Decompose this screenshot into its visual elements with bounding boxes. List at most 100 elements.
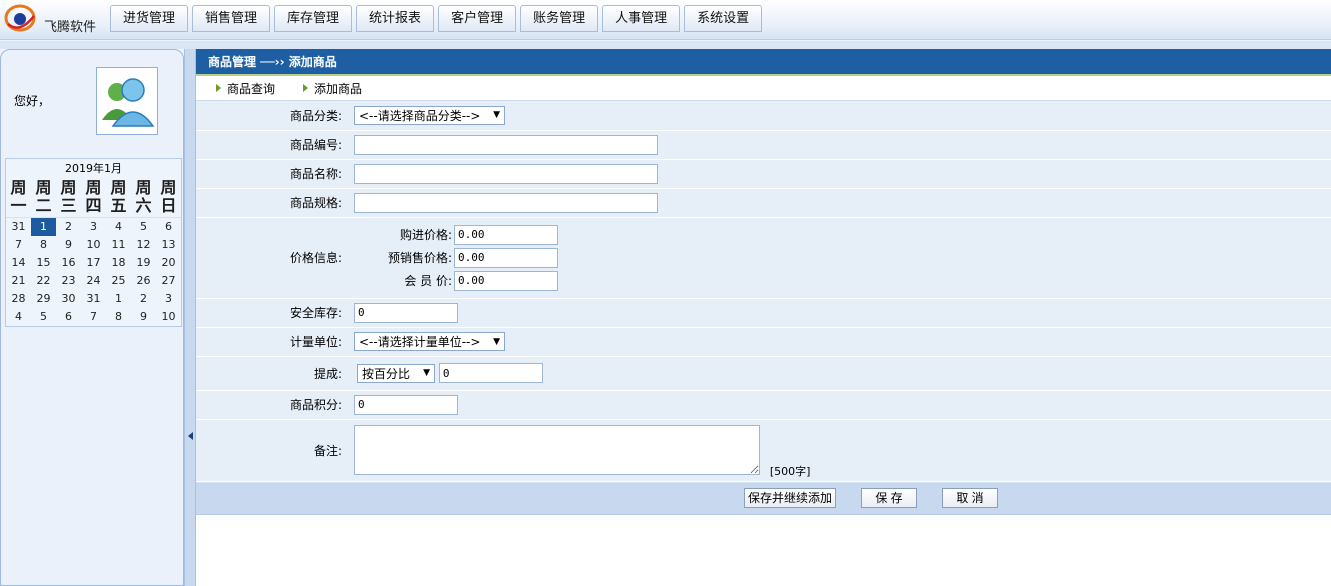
calendar-day[interactable]: 7 [81,308,106,326]
calendar-day[interactable]: 25 [106,272,131,290]
calendar-day[interactable]: 11 [106,236,131,254]
unit-select-value: <--请选择计量单位--> [359,335,481,349]
dropdown-arrow-icon: ▼ [493,336,500,347]
calendar-day[interactable]: 19 [131,254,156,272]
calendar-day[interactable]: 1 [106,290,131,308]
calendar-day[interactable]: 1 [31,218,56,236]
brand-name: 飞腾软件 [44,20,97,35]
calendar-day[interactable]: 2 [56,218,81,236]
calendar-day[interactable]: 9 [56,236,81,254]
calendar-title: 2019年1月 [65,162,122,175]
calendar-days: 31 1 2 3 4 5 6 7 8 9 10 11 12 13 14 15 16 17 18 19 20 21 22 23 2… [6,218,181,326]
safety-stock-input[interactable] [354,302,458,323]
calendar-day[interactable]: 9 [131,308,156,326]
calendar-weekday: 周 二 [35,178,52,215]
subtab-label: 商品查询 [227,81,276,96]
calendar-weekday: 周 一 [10,178,27,215]
code-label: 商品编号: [196,130,348,160]
calendar-day[interactable]: 5 [131,218,156,236]
main-nav: 进货管理 销售管理 库存管理 统计报表 客户管理 账务管理 人事管理 系统设置 [110,5,766,32]
calendar-day[interactable]: 3 [156,290,181,308]
calendar-day[interactable]: 10 [156,308,181,326]
nav-tab-accounts[interactable]: 账务管理 [520,5,599,32]
calendar-day[interactable]: 26 [131,272,156,290]
nav-tab-purchase[interactable]: 进货管理 [110,5,189,32]
calendar-day[interactable]: 14 [6,254,31,272]
calendar-day[interactable]: 27 [156,272,181,290]
calendar-day[interactable]: 20 [156,254,181,272]
nav-tab-personnel[interactable]: 人事管理 [602,5,681,32]
save-and-continue-button[interactable]: 保存并继续添加 [744,488,837,508]
main-content: 商品管理 ──›› 添加商品 商品查询 添加商品 商品分类: <--请选择商品分… [196,49,1331,586]
purchase-price-input[interactable] [454,224,558,245]
remark-textarea[interactable] [354,425,760,475]
commission-type-select[interactable]: 按百分比 ▼ [357,363,435,383]
calendar-day[interactable]: 7 [6,236,31,254]
category-label: 商品分类: [196,101,348,131]
nav-tab-sales[interactable]: 销售管理 [192,5,271,32]
remark-char-limit: [500字] [769,465,811,478]
calendar-day[interactable]: 8 [31,236,56,254]
product-spec-input[interactable] [354,192,658,213]
calendar-day[interactable]: 23 [56,272,81,290]
calendar-weekday: 周 五 [110,178,127,215]
price-info-label: 价格信息: [196,217,348,299]
calendar-day[interactable]: 17 [81,254,106,272]
calendar-day[interactable]: 15 [31,254,56,272]
calendar-day[interactable]: 31 [6,218,31,236]
calendar-day[interactable]: 24 [81,272,106,290]
purchase-price-label: 购进价格: [399,228,452,242]
calendar-day[interactable]: 13 [156,236,181,254]
calendar-day[interactable]: 5 [31,308,56,326]
nav-tab-inventory[interactable]: 库存管理 [274,5,353,32]
points-input[interactable] [354,394,458,415]
calendar-day[interactable]: 30 [56,290,81,308]
calendar-day[interactable]: 8 [106,308,131,326]
calendar-day[interactable]: 22 [31,272,56,290]
subtab-product-search[interactable]: 商品查询 [216,80,275,97]
points-label: 商品积分: [196,390,348,420]
calendar-day[interactable]: 28 [6,290,31,308]
calendar-day[interactable]: 6 [56,308,81,326]
spec-label: 商品规格: [196,188,348,218]
product-code-input[interactable] [354,134,658,155]
collapse-arrow-icon[interactable] [188,432,193,440]
nav-tab-customers[interactable]: 客户管理 [438,5,517,32]
unit-select[interactable]: <--请选择计量单位--> ▼ [354,332,505,351]
presale-price-input[interactable] [454,247,558,268]
users-icon [102,78,155,127]
cancel-button[interactable]: 取 消 [942,488,999,508]
top-bar: 飞腾软件 进货管理 销售管理 库存管理 统计报表 客户管理 账务管理 人事管理 … [0,0,1331,40]
calendar-day[interactable]: 16 [56,254,81,272]
product-name-input[interactable] [354,163,658,184]
calendar-day[interactable]: 6 [156,218,181,236]
category-select[interactable]: <--请选择商品分类--> ▼ [354,105,505,125]
nav-tab-settings[interactable]: 系统设置 [684,5,763,32]
calendar-day[interactable]: 12 [131,236,156,254]
member-price-input[interactable] [454,270,558,291]
calendar-day[interactable]: 2 [131,290,156,308]
calendar-day[interactable]: 18 [106,254,131,272]
commission-type-value: 按百分比 [362,366,411,381]
left-panel: 您好， 2019年1月 周 一周 二周 三周 四周 五周 六周 日 31 1 2 3 4… [0,49,184,586]
calendar-weekday: 周 日 [160,178,177,215]
save-button[interactable]: 保 存 [861,488,918,508]
unit-label: 计量单位: [196,327,348,357]
dropdown-arrow-icon: ▼ [493,110,500,121]
calendar-day[interactable]: 4 [106,218,131,236]
nav-tab-reports[interactable]: 统计报表 [356,5,435,32]
dropdown-arrow-icon: ▼ [423,368,430,378]
calendar-day[interactable]: 10 [81,236,106,254]
panel-splitter[interactable] [184,49,196,586]
avatar [96,67,158,135]
calendar: 2019年1月 周 一周 二周 三周 四周 五周 六周 日 31 1 2 3 4 5 6 7 8… [5,158,182,327]
calendar-day[interactable]: 21 [6,272,31,290]
calendar-day[interactable]: 4 [6,308,31,326]
calendar-day[interactable]: 29 [31,290,56,308]
subtab-add-product[interactable]: 添加商品 [303,80,362,97]
app-logo: 飞腾软件 [4,4,104,35]
subtab-label: 添加商品 [314,81,363,96]
commission-input[interactable] [438,363,543,383]
calendar-day[interactable]: 31 [81,290,106,308]
calendar-day[interactable]: 3 [81,218,106,236]
